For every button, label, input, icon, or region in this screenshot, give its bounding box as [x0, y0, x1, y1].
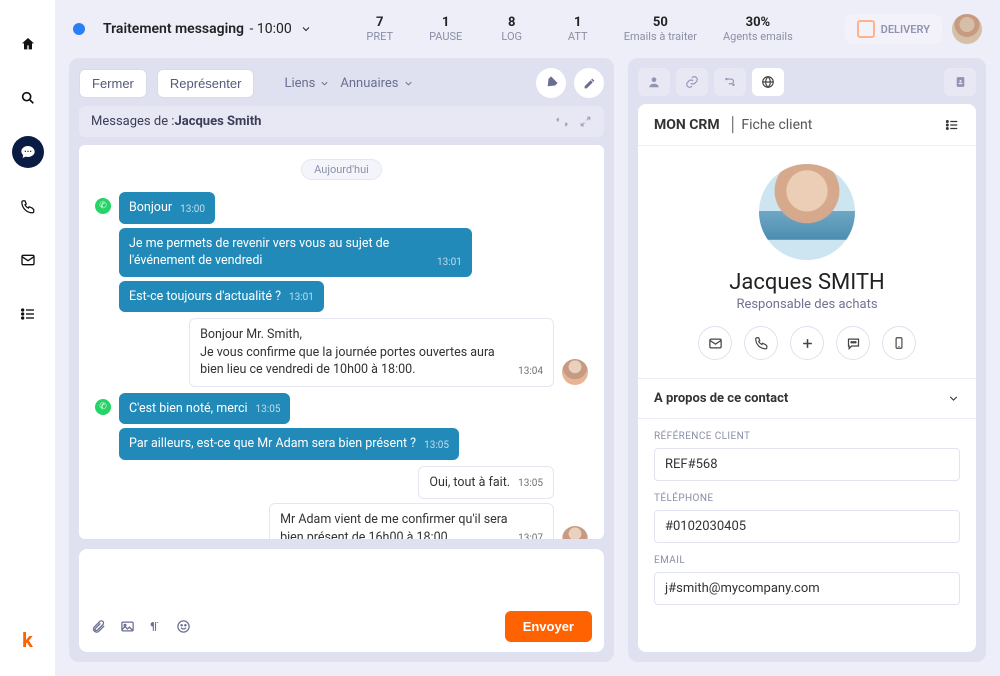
status-label: Traitement messaging: [103, 21, 244, 37]
attach-icon[interactable]: [91, 619, 106, 634]
emoji-icon[interactable]: [176, 619, 191, 634]
date-pill: Aujourd'hui: [301, 159, 382, 180]
msg-in: Je me permets de revenir vers vous au su…: [119, 228, 472, 277]
contact-avatar: [759, 164, 855, 260]
message-input[interactable]: [91, 559, 592, 599]
close-button[interactable]: Fermer: [79, 69, 147, 98]
crm-header: MON CRM │ Fiche client: [638, 104, 976, 146]
thread-name: Jacques Smith: [174, 114, 261, 129]
ref-field[interactable]: REF#568: [654, 448, 960, 481]
send-button[interactable]: Envoyer: [505, 611, 592, 642]
conversation: Aujourd'hui ✆ Bonjour13:00 Je me permets…: [79, 145, 604, 539]
sms-action[interactable]: [836, 326, 870, 360]
mobile-action[interactable]: [882, 326, 916, 360]
thread-header: Messages de : Jacques Smith: [79, 106, 604, 137]
brand-icon: [857, 20, 875, 38]
msg-in: Est-ce toujours d'actualité ?13:01: [119, 281, 324, 313]
tab-globe[interactable]: [752, 68, 784, 96]
directories-dropdown[interactable]: Annuaires: [340, 76, 413, 91]
status-dropdown[interactable]: Traitement messaging - 10:00: [103, 21, 312, 37]
about-title: A propos de ce contact: [654, 391, 788, 406]
msg-in: Bonjour13:00: [119, 192, 215, 224]
add-action[interactable]: [790, 326, 824, 360]
composer: Envoyer: [79, 549, 604, 652]
msg-in: Par ailleurs, est-ce que Mr Adam sera bi…: [119, 428, 459, 460]
contact-name: Jacques SMITH: [729, 270, 885, 295]
brand-pill: DELIVERY: [845, 14, 942, 44]
thread-prefix: Messages de :: [91, 114, 174, 129]
brand-text: DELIVERY: [881, 23, 930, 36]
edit-icon[interactable]: [574, 68, 604, 98]
stat-pret: 7PRET: [360, 15, 400, 43]
about-section-toggle[interactable]: A propos de ce contact: [638, 379, 976, 419]
image-icon[interactable]: [120, 619, 135, 634]
ref-label: RÉFÉRENCE CLIENT: [654, 431, 960, 442]
status-dot: [73, 23, 85, 35]
msg-in: C'est bien noté, merci13:05: [119, 393, 290, 425]
expand-icon[interactable]: [579, 115, 592, 129]
list-icon[interactable]: [12, 298, 44, 330]
tel-label: TÉLÉPHONE: [654, 493, 960, 504]
stat-emails: 50Emails à traiter: [624, 15, 697, 43]
status-time: - 10:00: [246, 21, 292, 37]
whatsapp-icon: ✆: [95, 399, 111, 415]
pilcrow-icon[interactable]: [149, 619, 162, 634]
crm-panel: MON CRM │ Fiche client Jacques SMITH Res…: [628, 58, 986, 662]
tab-contacts[interactable]: [944, 68, 976, 96]
email-field[interactable]: j#smith@mycompany.com: [654, 572, 960, 605]
crm-title: MON CRM: [654, 117, 720, 133]
stat-pause: 1PAUSE: [426, 15, 466, 43]
tab-route[interactable]: [714, 68, 746, 96]
top-stats: 7PRET 1PAUSE 8LOG 1ATT 50Emails à traite…: [360, 15, 793, 43]
email-action[interactable]: [698, 326, 732, 360]
msg-out: Oui, tout à fait.13:05: [418, 466, 554, 500]
stat-agents: 30%Agents emails: [723, 15, 793, 43]
app-logo: k: [22, 628, 33, 652]
represent-button[interactable]: Représenter: [157, 69, 255, 98]
conversation-panel: Fermer Représenter Liens Annuaires Messa…: [69, 58, 614, 662]
tab-person[interactable]: [638, 68, 670, 96]
stat-log: 8LOG: [492, 15, 532, 43]
email-label: EMAIL: [654, 555, 960, 566]
transfer-icon[interactable]: [555, 115, 569, 129]
agent-avatar: [562, 526, 588, 539]
search-icon[interactable]: [12, 82, 44, 114]
user-avatar[interactable]: [952, 14, 982, 44]
links-dropdown[interactable]: Liens: [284, 76, 330, 91]
mail-icon[interactable]: [12, 244, 44, 276]
msg-out: Bonjour Mr. Smith, Je vous confirme que …: [189, 318, 554, 387]
tag-icon[interactable]: [536, 68, 566, 98]
msg-out: Mr Adam vient de me confirmer qu'il sera…: [269, 503, 554, 539]
phone-icon[interactable]: [12, 190, 44, 222]
tab-link[interactable]: [676, 68, 708, 96]
agent-avatar: [562, 359, 588, 385]
contact-role: Responsable des achats: [736, 297, 877, 312]
chat-icon[interactable]: [12, 136, 44, 168]
sidebar-rail: k: [0, 0, 55, 676]
chevron-down-icon: [947, 392, 960, 405]
whatsapp-icon: ✆: [95, 198, 111, 214]
home-icon[interactable]: [12, 28, 44, 60]
stat-att: 1ATT: [558, 15, 598, 43]
tel-field[interactable]: #0102030405: [654, 510, 960, 543]
menu-icon[interactable]: [944, 118, 960, 132]
call-action[interactable]: [744, 326, 778, 360]
topbar: Traitement messaging - 10:00 7PRET 1PAUS…: [55, 0, 1000, 58]
